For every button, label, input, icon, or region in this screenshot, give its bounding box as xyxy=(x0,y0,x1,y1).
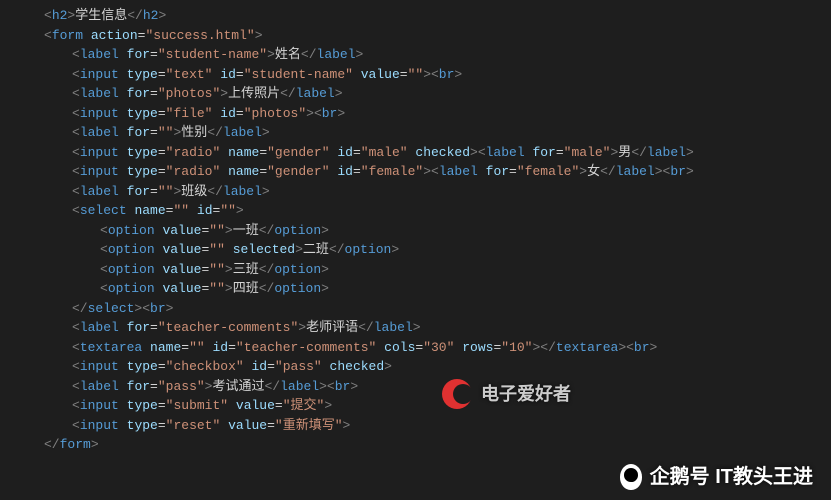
code-line: <input type="radio" name="gender" id="fe… xyxy=(44,162,831,182)
watermark-dianzi: 电子爱好者 xyxy=(439,376,571,412)
watermark-text: 电子爱好者 xyxy=(481,381,571,408)
code-line: <textarea name="" id="teacher-comments" … xyxy=(44,338,831,358)
code-editor[interactable]: <h2>学生信息</h2> <form action="success.html… xyxy=(44,6,831,455)
code-line: <input type="submit" value="提交"> xyxy=(44,396,831,416)
watermark-qq: 企鹅号 IT教头王进 xyxy=(620,462,813,492)
code-line: <option value="" selected>二班</option> xyxy=(44,240,831,260)
code-line: <input type="text" id="student-name" val… xyxy=(44,65,831,85)
code-line: <option value="">四班</option> xyxy=(44,279,831,299)
code-line: <input type="reset" value="重新填写"> xyxy=(44,416,831,436)
code-line: <label for="teacher-comments">老师评语</labe… xyxy=(44,318,831,338)
code-line: <option value="">三班</option> xyxy=(44,260,831,280)
code-line: <option value="">一班</option> xyxy=(44,221,831,241)
penguin-icon xyxy=(620,464,642,490)
code-line: <label for="student-name">姓名</label> xyxy=(44,45,831,65)
logo-c-icon xyxy=(439,376,475,412)
code-line: <label for="">性别</label> xyxy=(44,123,831,143)
code-line: <h2>学生信息</h2> xyxy=(44,6,831,26)
code-line: </select><br> xyxy=(44,299,831,319)
code-line: <label for="pass">考试通过</label><br> xyxy=(44,377,831,397)
code-line: <label for="">班级</label> xyxy=(44,182,831,202)
code-line: <label for="photos">上传照片</label> xyxy=(44,84,831,104)
code-line: <select name="" id=""> xyxy=(44,201,831,221)
code-line: <input type="radio" name="gender" id="ma… xyxy=(44,143,831,163)
code-line: <input type="file" id="photos"><br> xyxy=(44,104,831,124)
code-line: <input type="checkbox" id="pass" checked… xyxy=(44,357,831,377)
watermark-text: 企鹅号 IT教头王进 xyxy=(650,462,813,492)
code-line: <form action="success.html"> xyxy=(44,26,831,46)
code-line: </form> xyxy=(44,435,831,455)
